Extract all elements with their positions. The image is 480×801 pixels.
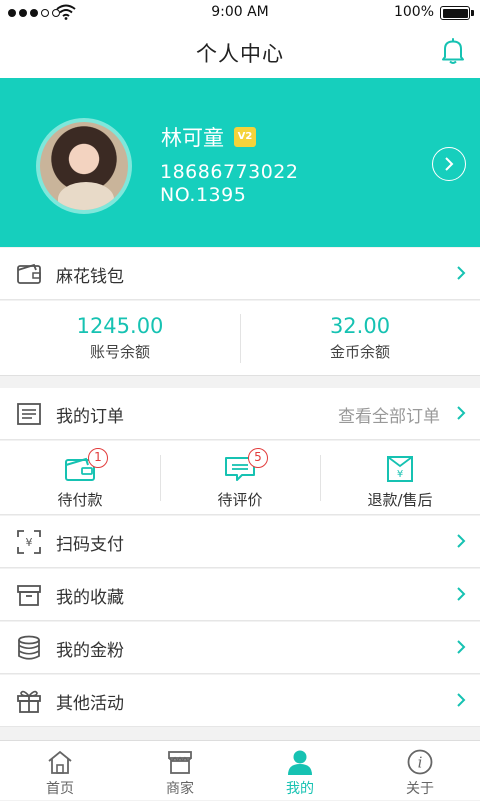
pending-payment-label: 待付款 (57, 491, 103, 509)
member-number: NO.1395 (160, 184, 247, 206)
pending-payment-button[interactable]: 1 待付款 (0, 441, 160, 515)
menu-item-favorites[interactable]: 我的收藏 (0, 569, 480, 621)
svg-text:i: i (418, 754, 423, 772)
balance-panel: 1245.00 账号余额 32.00 金币余额 (0, 301, 480, 376)
favorites-box-icon (17, 585, 41, 606)
coin-balance[interactable]: 32.00 金币余额 (240, 301, 480, 376)
wallet-icon (17, 263, 41, 284)
wallet-row[interactable]: 麻花钱包 (0, 248, 480, 300)
tab-label: 首页 (46, 781, 74, 797)
account-balance-value: 1245.00 (76, 314, 164, 338)
avatar[interactable] (36, 118, 132, 214)
battery-icon (440, 6, 474, 20)
page-title: 个人中心 (196, 42, 284, 66)
menu-item-gold-fans[interactable]: 我的金粉 (0, 622, 480, 674)
wallet-label: 麻花钱包 (56, 267, 124, 287)
pending-payment-badge: 1 (88, 448, 108, 468)
svg-text:¥: ¥ (397, 469, 403, 480)
tab-merchants[interactable]: 商家 (120, 741, 240, 801)
menu-item-label: 其他活动 (56, 694, 124, 714)
battery-percent: 100% (393, 4, 434, 20)
profile-header[interactable]: 林可童 V2 18686773022 NO.1395 (0, 78, 480, 247)
order-list-icon (17, 403, 41, 425)
menu-item-scan-pay[interactable]: ¥ 扫码支付 (0, 516, 480, 568)
menu-item-activities[interactable]: 其他活动 (0, 675, 480, 727)
bottom-tab-bar: 首页 商家 我的 i 关于 (0, 740, 480, 800)
orders-row[interactable]: 我的订单 查看全部订单 (0, 388, 480, 440)
tab-label: 我的 (286, 781, 314, 797)
tab-mine[interactable]: 我的 (240, 741, 360, 801)
tab-about[interactable]: i 关于 (360, 741, 480, 801)
chevron-right-icon (457, 534, 466, 548)
bell-icon[interactable] (440, 37, 466, 65)
store-icon (168, 751, 192, 774)
account-balance[interactable]: 1245.00 账号余额 (0, 301, 240, 376)
svg-text:¥: ¥ (26, 536, 33, 549)
chevron-right-icon (457, 406, 466, 420)
refund-label: 退款/售后 (367, 491, 433, 509)
person-icon (288, 750, 312, 775)
refund-icon: ¥ (387, 456, 413, 482)
pending-review-button[interactable]: 5 待评价 (160, 441, 320, 515)
refund-button[interactable]: ¥ 退款/售后 (320, 441, 480, 515)
tab-home[interactable]: 首页 (0, 741, 120, 801)
home-icon (48, 750, 72, 774)
user-phone: 18686773022 (160, 161, 299, 183)
gift-icon (17, 690, 41, 713)
profile-detail-button[interactable] (432, 147, 466, 181)
menu-item-label: 我的收藏 (56, 588, 124, 608)
pending-review-badge: 5 (248, 448, 268, 468)
status-bar: 9:00 AM 100% (0, 0, 480, 26)
chevron-right-icon (457, 640, 466, 654)
vip-badge-icon: V2 (234, 127, 256, 147)
chevron-right-icon (457, 587, 466, 601)
tab-label: 关于 (406, 781, 434, 797)
coin-balance-value: 32.00 (329, 314, 391, 338)
chevron-right-icon (445, 157, 454, 171)
nav-bar: 个人中心 (0, 26, 480, 78)
order-status-panel: 1 待付款 5 待评价 ¥ 退款/售后 (0, 441, 480, 515)
view-all-orders-link[interactable]: 查看全部订单 (338, 402, 440, 427)
menu-item-label: 我的金粉 (56, 641, 124, 661)
chevron-right-icon (457, 693, 466, 707)
coins-stack-icon (18, 635, 40, 660)
info-icon: i (407, 749, 433, 775)
pending-review-label: 待评价 (217, 491, 263, 509)
scan-pay-icon: ¥ (17, 530, 41, 554)
menu-item-label: 扫码支付 (56, 535, 124, 555)
orders-label: 我的订单 (56, 407, 124, 427)
coin-balance-label: 金币余额 (329, 343, 390, 361)
tab-label: 商家 (166, 781, 194, 797)
user-name: 林可童 (161, 126, 224, 150)
chevron-right-icon (457, 266, 466, 280)
account-balance-label: 账号余额 (89, 343, 150, 361)
